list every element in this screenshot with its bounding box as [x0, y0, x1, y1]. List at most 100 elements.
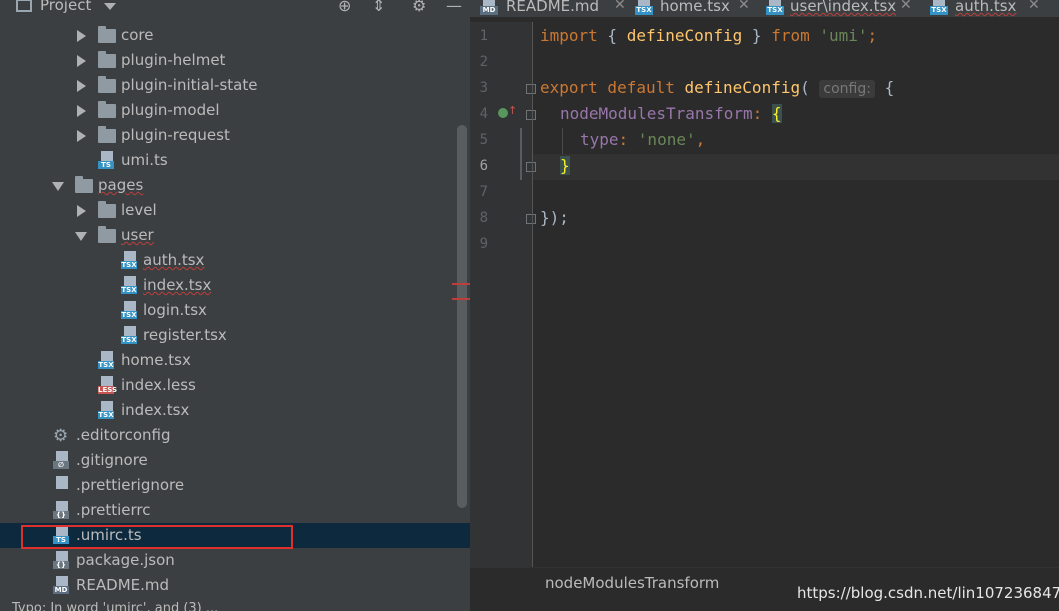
tsx-file-icon: TSX — [635, 0, 653, 17]
matched-brace: } — [560, 156, 570, 175]
tab-label: auth.tsx — [955, 0, 1017, 15]
chevron-down-icon[interactable] — [104, 3, 116, 10]
tree-folder-user[interactable]: user — [0, 223, 470, 248]
gear-icon: ⚙ — [53, 426, 69, 446]
chevron-right-icon[interactable] — [77, 55, 86, 67]
tree-item-label: .editorconfig — [76, 426, 171, 444]
code-token: } — [742, 26, 772, 45]
fold-icon[interactable] — [526, 214, 536, 224]
chevron-right-icon[interactable] — [77, 80, 86, 92]
tree-folder-plugin-request[interactable]: plugin-request — [0, 123, 470, 148]
tree-item-label: index.less — [121, 376, 196, 394]
annotation-highlight-box — [21, 525, 293, 549]
tree-file-readme-md[interactable]: MD README.md — [0, 573, 470, 598]
tree-folder-core[interactable]: core — [0, 23, 470, 48]
chevron-right-icon[interactable] — [77, 105, 86, 117]
hide-panel-icon[interactable]: — — [446, 0, 462, 15]
folder-icon — [75, 176, 93, 193]
tree-item-label: .gitignore — [76, 451, 148, 469]
fold-icon[interactable] — [526, 162, 536, 172]
line-number: 2 — [479, 54, 488, 70]
close-icon[interactable]: ✕ — [1028, 0, 1040, 13]
chevron-right-icon[interactable] — [77, 30, 86, 42]
tree-file-prettierrc[interactable]: {} .prettierrc — [0, 498, 470, 523]
tree-folder-plugin-model[interactable]: plugin-model — [0, 98, 470, 123]
tree-file-gitignore[interactable]: ∅ .gitignore — [0, 448, 470, 473]
tab-label: home.tsx — [660, 0, 730, 15]
tsx-file-icon: TSX — [98, 401, 114, 420]
json-file-icon: {} — [53, 501, 69, 520]
line-number: 9 — [479, 236, 488, 252]
folder-icon — [98, 51, 116, 68]
gear-icon[interactable]: ⚙ — [412, 0, 426, 15]
fold-icon[interactable] — [526, 84, 536, 94]
tsx-file-icon: TSX — [766, 0, 784, 17]
tree-file-pages-index-tsx[interactable]: TSX index.tsx — [0, 398, 470, 423]
tree-file-user-index-tsx[interactable]: TSX index.tsx — [0, 273, 470, 298]
chevron-down-icon[interactable] — [52, 182, 64, 191]
tree-item-label: core — [121, 26, 154, 44]
line-number-gutter[interactable]: 1 2 3 4 5 6 7 8 9 — [470, 22, 536, 567]
chevron-down-icon[interactable] — [75, 232, 87, 241]
close-icon[interactable]: ✕ — [900, 0, 912, 13]
function-token: defineConfig — [626, 26, 743, 45]
gutter-separator — [532, 22, 533, 567]
implementation-icon[interactable] — [498, 108, 508, 118]
error-stripe-marks[interactable] — [452, 283, 470, 303]
chevron-right-icon[interactable] — [77, 205, 86, 217]
text-file-icon: ∅ — [53, 451, 69, 470]
tsx-file-icon: TSX — [121, 276, 137, 295]
code-line-3[interactable]: export default defineConfig( config: { — [540, 78, 894, 98]
tree-file-auth-tsx[interactable]: TSX auth.tsx — [0, 248, 470, 273]
function-token: defineConfig — [684, 78, 801, 97]
tree-folder-plugin-helmet[interactable]: plugin-helmet — [0, 48, 470, 73]
watermark: https://blog.csdn.net/lin1072368472 — [797, 584, 1059, 602]
locate-icon[interactable]: ⊕ — [338, 0, 351, 15]
status-bar-text: Typo: In word 'umirc', and (3) ... — [12, 601, 219, 611]
string-token: 'none' — [637, 130, 696, 149]
text-file-icon — [53, 476, 69, 495]
code-line-4[interactable]: nodeModulesTransform: { — [560, 104, 782, 123]
property-token: nodeModulesTransform — [560, 104, 753, 123]
project-panel-title[interactable]: Project — [40, 0, 91, 14]
tree-scrollbar[interactable] — [457, 125, 467, 508]
tsx-file-icon: TSX — [121, 251, 137, 270]
close-icon[interactable]: ✕ — [738, 0, 750, 13]
tree-item-label: README.md — [76, 576, 170, 594]
tree-file-prettierignore[interactable]: .prettierignore — [0, 473, 470, 498]
tree-folder-level[interactable]: level — [0, 198, 470, 223]
code-line-8[interactable]: }); — [540, 208, 569, 227]
tree-file-home-tsx[interactable]: TSX home.tsx — [0, 348, 470, 373]
chevron-right-icon[interactable] — [77, 130, 86, 142]
parameter-hint: config: — [819, 80, 875, 98]
tree-file-umi-ts[interactable]: TS umi.ts — [0, 148, 470, 173]
tree-file-login-tsx[interactable]: TSX login.tsx — [0, 298, 470, 323]
collapse-all-icon[interactable]: ⇕ — [372, 0, 385, 15]
line-number: 8 — [479, 210, 488, 226]
tree-item-label: .prettierrc — [76, 501, 151, 519]
tree-folder-plugin-initial-state[interactable]: plugin-initial-state — [0, 73, 470, 98]
close-icon[interactable]: ✕ — [614, 0, 626, 13]
tree-file-editorconfig[interactable]: ⚙ .editorconfig — [0, 423, 470, 448]
tsx-file-icon: TSX — [930, 0, 948, 17]
code-token: : — [618, 130, 638, 149]
breadcrumb[interactable]: nodeModulesTransform — [545, 574, 719, 592]
tree-file-index-less[interactable]: LESS index.less — [0, 373, 470, 398]
code-line-6[interactable]: } — [560, 156, 570, 175]
tree-file-register-tsx[interactable]: TSX register.tsx — [0, 323, 470, 348]
tree-item-label: plugin-request — [121, 126, 230, 144]
line-number: 1 — [479, 28, 488, 44]
change-marker[interactable] — [520, 128, 522, 180]
fold-icon[interactable] — [526, 110, 536, 120]
code-token: { — [874, 78, 895, 97]
folder-icon — [98, 101, 116, 118]
tree-item-label: index.tsx — [143, 276, 212, 294]
tree-item-label: auth.tsx — [143, 251, 205, 269]
tree-item-label: index.tsx — [121, 401, 190, 419]
code-line-5[interactable]: type: 'none', — [580, 130, 705, 149]
tree-item-label: home.tsx — [121, 351, 191, 369]
code-line-1[interactable]: import { defineConfig } from 'umi'; — [540, 26, 877, 45]
tree-folder-pages[interactable]: pages — [0, 173, 470, 198]
line-number: 5 — [479, 132, 488, 148]
tree-file-package-json[interactable]: {} package.json — [0, 548, 470, 573]
